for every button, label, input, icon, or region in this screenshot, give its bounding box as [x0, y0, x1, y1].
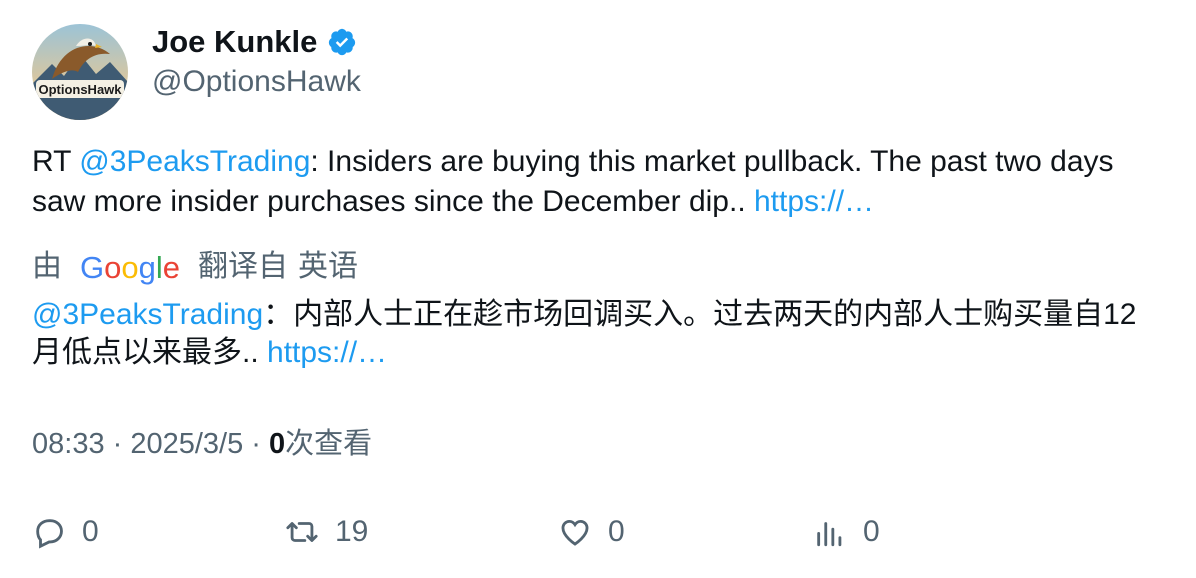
analytics-icon	[817, 522, 842, 547]
author-name[interactable]: Joe Kunkle	[152, 22, 317, 62]
translation-from-label: 翻译自	[198, 250, 288, 283]
retweet-icon	[286, 522, 318, 542]
avatar-logo-text: OptionsHawk	[38, 82, 122, 97]
reply-count: 0	[82, 515, 99, 548]
meta-separator: ·	[104, 428, 131, 460]
views-button[interactable]: 0	[813, 510, 880, 554]
analytics-count: 0	[863, 515, 880, 548]
google-logo-text: Google	[80, 250, 180, 285]
translated-tweet-text: @3PeaksTrading：内部人士正在趁市场回调买入。过去两天的内部人士购买…	[32, 296, 1162, 372]
views-count: 0	[269, 428, 286, 460]
translation-attribution: 由 Google 翻译自 英语	[32, 247, 358, 287]
tweet-meta: 08:33 · 2025/3/5 · 0次查看	[32, 424, 372, 464]
reply-icon	[36, 519, 63, 549]
retweet-button[interactable]: 19	[285, 510, 368, 554]
tweet-time[interactable]: 08:33	[32, 428, 105, 460]
like-button[interactable]: 0	[558, 510, 625, 554]
translated-url-link[interactable]: https://…	[267, 336, 387, 369]
retweet-prefix: RT	[32, 145, 80, 178]
google-logo-icon: Google	[80, 247, 180, 287]
heart-icon	[561, 519, 589, 546]
views-label: 次查看	[285, 428, 373, 460]
author-name-row[interactable]: Joe Kunkle	[152, 22, 357, 62]
author-handle[interactable]: @OptionsHawk	[152, 62, 361, 102]
avatar[interactable]: OptionsHawk	[32, 24, 128, 120]
tweet-text: RT @3PeaksTrading: Insiders are buying t…	[32, 142, 1152, 222]
mention-link[interactable]: @3PeaksTrading	[79, 145, 310, 178]
translation-language: 英语	[298, 250, 358, 283]
retweet-count: 19	[335, 515, 369, 548]
tweet-date[interactable]: 2025/3/5	[130, 428, 243, 460]
meta-separator-2: ·	[243, 428, 270, 460]
hawk-logo-icon: OptionsHawk	[32, 24, 128, 120]
translated-mention-link[interactable]: @3PeaksTrading	[32, 298, 263, 331]
tweet-url-link[interactable]: https://…	[754, 185, 874, 218]
translation-by-label: 由	[32, 250, 62, 283]
verified-badge-icon	[327, 27, 357, 57]
action-bar: 0 19 0 0	[32, 510, 1162, 554]
reply-button[interactable]: 0	[32, 510, 99, 554]
like-count: 0	[608, 515, 625, 548]
